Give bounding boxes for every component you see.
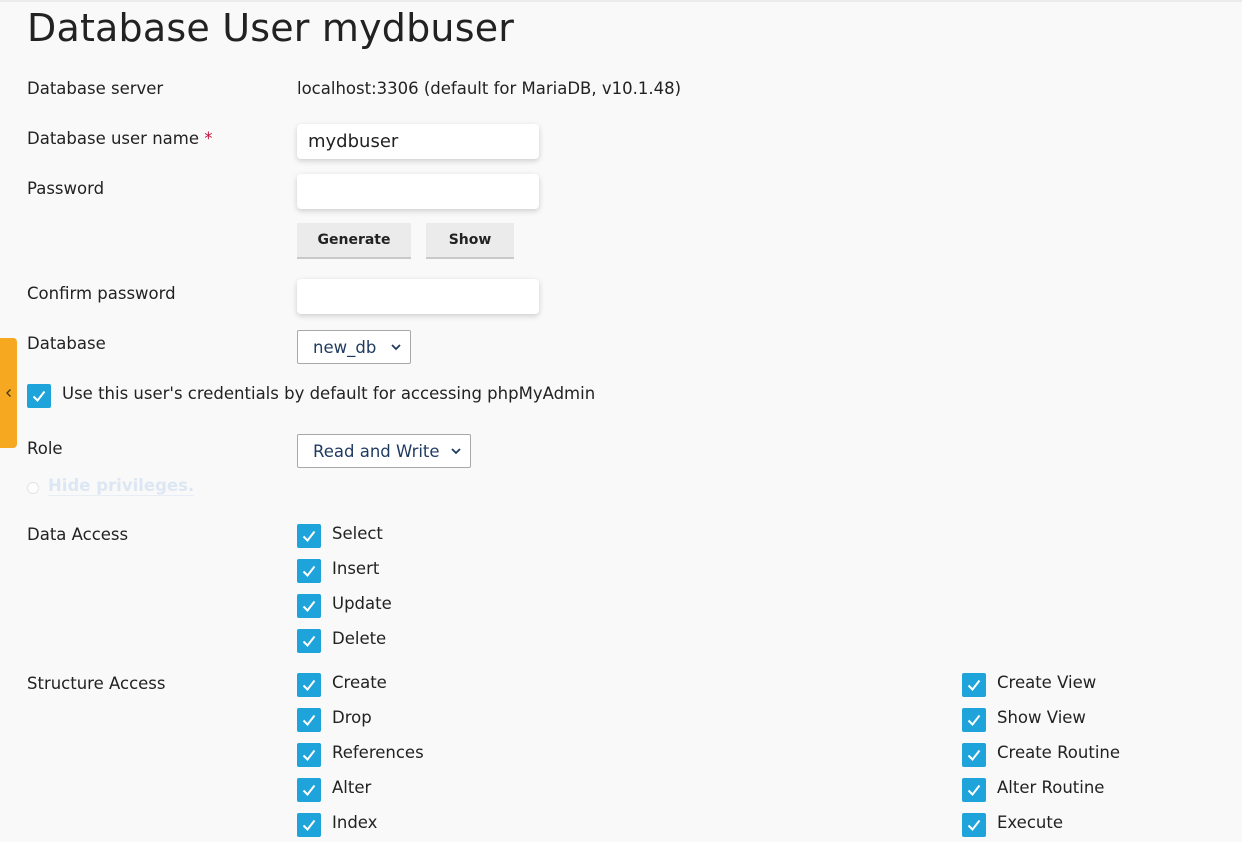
password-label: Password — [27, 179, 105, 198]
server-label: Database server — [27, 79, 164, 98]
data-access-label: Data Access — [27, 525, 129, 544]
privilege-alter-routine-checkbox[interactable] — [962, 778, 986, 802]
privilege-alter-routine-label: Alter Routine — [997, 778, 1105, 797]
privilege-create-routine-label: Create Routine — [997, 743, 1121, 762]
chevron-left-icon — [5, 389, 11, 397]
top-divider — [0, 0, 1242, 2]
check-icon — [302, 600, 316, 613]
privilege-create-checkbox[interactable] — [297, 673, 321, 697]
privilege-select-label: Select — [332, 524, 383, 543]
show-password-button[interactable]: Show — [426, 223, 514, 259]
privilege-execute-checkbox[interactable] — [962, 813, 986, 837]
check-icon — [967, 714, 981, 727]
check-icon — [302, 749, 316, 762]
check-icon — [302, 530, 316, 543]
check-icon — [967, 784, 981, 797]
privilege-execute-label: Execute — [997, 813, 1063, 832]
check-icon — [32, 390, 46, 403]
privilege-update-label: Update — [332, 594, 392, 613]
sidebar-toggle-tab[interactable] — [0, 338, 17, 448]
privilege-create-routine-checkbox[interactable] — [962, 743, 986, 767]
structure-access-label: Structure Access — [27, 674, 166, 693]
privilege-show-view-checkbox[interactable] — [962, 708, 986, 732]
privilege-create-view-checkbox[interactable] — [962, 673, 986, 697]
confirm-password-input[interactable] — [297, 279, 539, 314]
required-mark: * — [204, 129, 213, 148]
role-select-value: Read and Write — [313, 441, 440, 461]
privilege-references-checkbox[interactable] — [297, 743, 321, 767]
check-icon — [302, 714, 316, 727]
privilege-delete-label: Delete — [332, 629, 387, 648]
privilege-index-checkbox[interactable] — [297, 813, 321, 837]
generate-password-button[interactable]: Generate — [297, 223, 411, 259]
role-select[interactable]: Read and Write — [297, 434, 471, 468]
username-input[interactable] — [297, 124, 539, 159]
database-label: Database — [27, 334, 106, 353]
privilege-update-checkbox[interactable] — [297, 594, 321, 618]
privilege-show-view-label: Show View — [997, 708, 1086, 727]
check-icon — [302, 784, 316, 797]
hide-privileges-link[interactable]: Hide privileges. — [48, 476, 195, 496]
privilege-drop-label: Drop — [332, 708, 372, 727]
chevron-down-icon — [451, 448, 461, 455]
confirm-password-label: Confirm password — [27, 284, 176, 303]
privilege-delete-checkbox[interactable] — [297, 629, 321, 653]
database-select[interactable]: new_db — [297, 330, 411, 364]
privilege-drop-checkbox[interactable] — [297, 708, 321, 732]
server-value: localhost:3306 (default for MariaDB, v10… — [297, 79, 682, 98]
privilege-insert-label: Insert — [332, 559, 380, 578]
privilege-create-label: Create — [332, 673, 387, 692]
check-icon — [967, 749, 981, 762]
database-select-value: new_db — [313, 337, 377, 357]
privilege-references-label: References — [332, 743, 424, 762]
password-input[interactable] — [297, 174, 539, 209]
privilege-alter-checkbox[interactable] — [297, 778, 321, 802]
check-icon — [302, 679, 316, 692]
default-credentials-checkbox[interactable] — [27, 384, 51, 408]
privileges-radio[interactable] — [27, 482, 39, 494]
role-label: Role — [27, 439, 63, 458]
privilege-index-label: Index — [332, 813, 378, 832]
privilege-insert-checkbox[interactable] — [297, 559, 321, 583]
privilege-select-checkbox[interactable] — [297, 524, 321, 548]
username-label: Database user name * — [27, 129, 213, 148]
check-icon — [302, 565, 316, 578]
check-icon — [302, 819, 316, 832]
username-label-text: Database user name — [27, 129, 200, 148]
check-icon — [967, 819, 981, 832]
check-icon — [302, 635, 316, 648]
privilege-create-view-label: Create View — [997, 673, 1097, 692]
chevron-down-icon — [391, 344, 401, 351]
check-icon — [967, 679, 981, 692]
privilege-alter-label: Alter — [332, 778, 372, 797]
page-title: Database User mydbuser — [27, 6, 515, 50]
default-credentials-label: Use this user's credentials by default f… — [62, 384, 596, 403]
